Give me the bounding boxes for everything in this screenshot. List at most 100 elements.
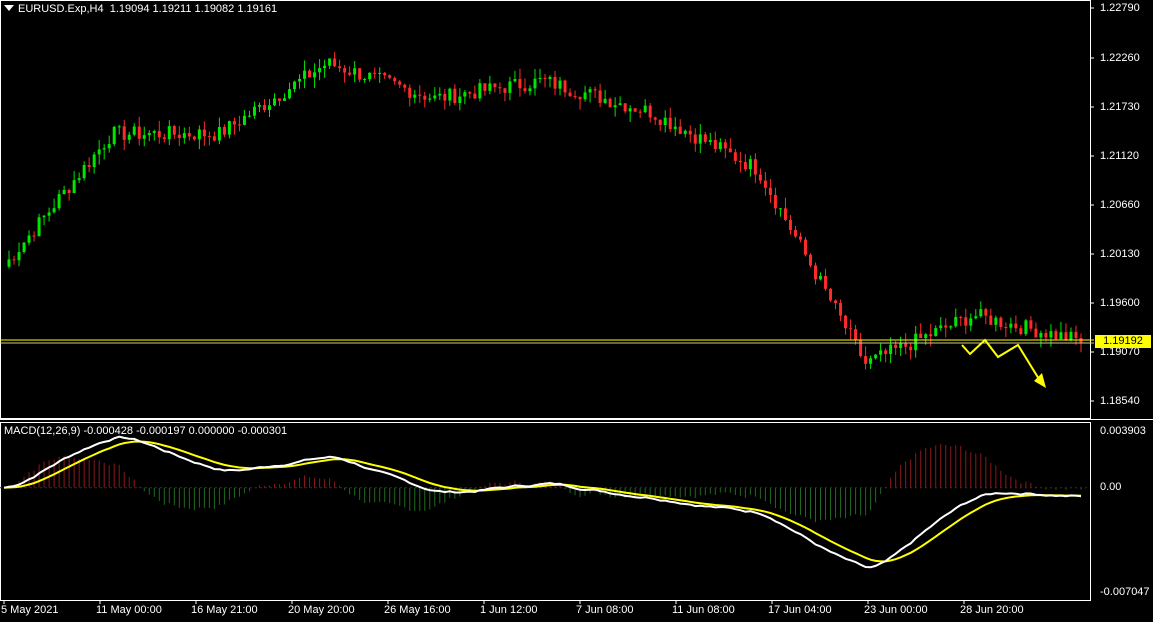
candle-body — [999, 317, 1003, 327]
candle-body — [889, 344, 893, 355]
candle-body — [884, 350, 888, 355]
candle-body — [368, 72, 372, 80]
macd-tick: -0.007047 — [1100, 586, 1150, 598]
candle-body — [298, 78, 302, 82]
candle-body — [217, 127, 221, 141]
candle-body — [232, 121, 236, 125]
chart-canvas[interactable] — [0, 0, 1153, 622]
candle-body — [994, 317, 998, 325]
candle-body — [969, 318, 973, 326]
candle-body — [553, 77, 557, 89]
candle-body — [989, 315, 993, 325]
candle-body — [648, 105, 652, 118]
candle-body — [929, 334, 933, 337]
candles — [7, 51, 1083, 370]
candle-body — [723, 142, 727, 149]
candle-body — [829, 288, 833, 301]
candle-body — [273, 98, 276, 106]
candle-body — [132, 126, 136, 135]
macd-tick: 0.003903 — [1100, 425, 1146, 437]
candle-body — [914, 333, 918, 351]
candle-body — [92, 154, 96, 168]
candle-body — [122, 126, 126, 140]
candle-body — [673, 126, 677, 129]
candle-body — [743, 162, 747, 170]
candle-body — [328, 58, 332, 66]
candle-body — [222, 127, 226, 135]
candle-body — [934, 328, 938, 337]
candle-body — [793, 229, 797, 237]
candle-body — [247, 115, 251, 117]
candle-body — [458, 96, 462, 104]
candle-body — [894, 344, 898, 349]
candle-body — [393, 77, 397, 82]
candle-body — [688, 130, 692, 135]
candle-body — [613, 105, 617, 108]
candle-body — [278, 98, 282, 101]
time-tick: 16 May 21:00 — [191, 604, 258, 616]
candle-body — [478, 83, 482, 99]
current-price-label: 1.19192 — [1095, 335, 1151, 348]
candle-body — [303, 70, 307, 79]
candle-body — [82, 165, 86, 179]
candle-body — [1074, 331, 1078, 339]
candle-body — [167, 126, 171, 140]
candle-body — [773, 194, 777, 209]
candle-body — [343, 68, 347, 73]
candle-body — [984, 309, 988, 316]
candle-body — [864, 356, 868, 364]
symbol-header: EURUSD.Exp,H4 1.19094 1.19211 1.19082 1.… — [4, 3, 277, 15]
candle-body — [663, 117, 667, 126]
candle-body — [488, 83, 492, 91]
candle-body — [854, 329, 858, 340]
price-tick: 1.21730 — [1100, 101, 1140, 113]
candle-body — [633, 108, 637, 112]
candle-body — [77, 178, 81, 181]
candle-body — [598, 90, 602, 103]
candle-body — [202, 129, 206, 137]
candle-body — [182, 133, 186, 139]
candle-body — [718, 142, 722, 150]
candle-body — [939, 325, 943, 329]
candle-body — [17, 252, 21, 261]
candle-body — [523, 88, 527, 92]
candle-body — [788, 219, 792, 230]
candle-body — [693, 134, 697, 144]
candle-body — [758, 174, 762, 181]
candle-body — [959, 316, 963, 318]
candle-body — [192, 136, 196, 140]
candle-body — [954, 316, 958, 327]
candle-body — [423, 95, 427, 100]
time-tick: 20 May 20:00 — [288, 604, 355, 616]
candle-body — [142, 135, 146, 139]
candle-body — [683, 130, 687, 134]
candle-body — [97, 149, 101, 155]
candle-body — [468, 92, 472, 94]
candle-body — [638, 111, 642, 113]
candle-body — [102, 148, 106, 150]
price-tick: 1.22790 — [1100, 2, 1140, 14]
candle-body — [117, 126, 121, 128]
candle-body — [433, 95, 437, 99]
candle-body — [333, 58, 337, 67]
candle-body — [1014, 323, 1018, 329]
candle-body — [533, 78, 537, 89]
candle-body — [733, 152, 737, 161]
macd-panel-frame — [0, 422, 1091, 601]
candle-body — [618, 103, 622, 106]
candle-body — [798, 236, 802, 240]
dropdown-triangle-icon[interactable] — [4, 5, 14, 11]
candle-body — [508, 81, 512, 93]
candle-body — [834, 300, 838, 304]
candle-body — [713, 139, 717, 150]
candle-body — [207, 136, 211, 138]
candle-body — [808, 254, 812, 266]
candle-body — [819, 275, 823, 280]
candle-body — [588, 89, 592, 93]
candle-body — [72, 180, 76, 194]
price-tick: 1.22260 — [1100, 52, 1140, 64]
candle-body — [869, 358, 873, 364]
candle-body — [177, 134, 181, 139]
candle-body — [257, 105, 261, 107]
candle-body — [288, 89, 292, 99]
